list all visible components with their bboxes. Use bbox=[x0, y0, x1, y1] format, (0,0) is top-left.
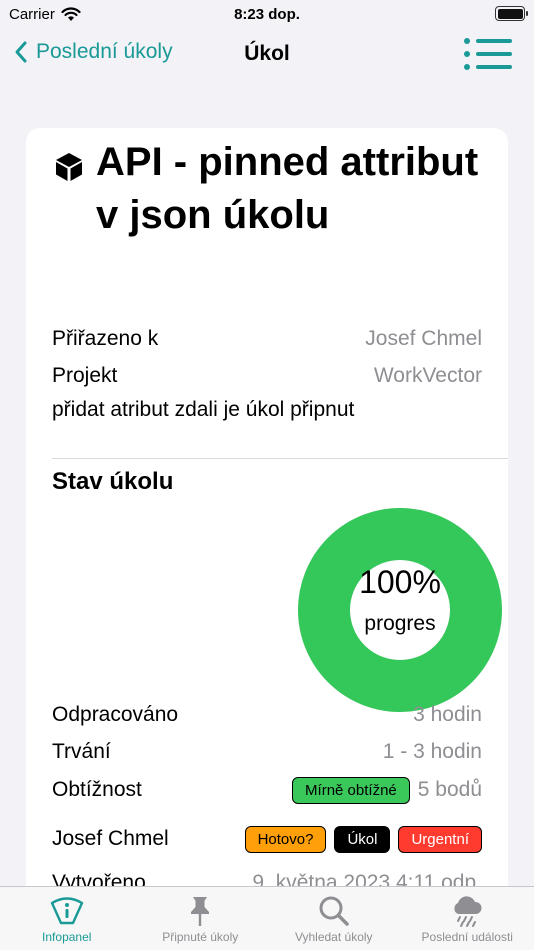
tab-label: Infopanel bbox=[42, 930, 92, 944]
back-button-label: Poslední úkoly bbox=[36, 40, 173, 63]
difficulty-row: Obtížnost Mírně obtížné 5 bodů bbox=[52, 775, 482, 805]
assigned-value: Josef Chmel bbox=[365, 327, 482, 350]
task-title: API - pinned attribut v json úkolu bbox=[96, 140, 479, 237]
tab-label: Vyhledat úkoly bbox=[294, 930, 373, 944]
chevron-left-icon bbox=[15, 41, 27, 63]
list-menu-icon[interactable] bbox=[462, 36, 514, 72]
person-row: Josef Chmel Hotovo? Úkol Urgentní bbox=[52, 824, 482, 854]
search-icon bbox=[319, 896, 349, 926]
status-bar: Carrier 8:23 dop. bbox=[0, 0, 534, 30]
project-value: WorkVector bbox=[373, 364, 482, 387]
project-row: Projekt WorkVector bbox=[52, 361, 482, 391]
navigation-bar: Poslední úkoly Úkol bbox=[0, 30, 534, 78]
project-label: Projekt bbox=[52, 364, 118, 387]
info-panel-icon bbox=[50, 897, 83, 925]
cloud-rain-icon bbox=[454, 896, 482, 927]
progress-arc bbox=[298, 508, 502, 712]
assigned-label: Přiřazeno k bbox=[52, 327, 159, 350]
difficulty-points: 5 bodů bbox=[417, 778, 482, 801]
worked-row: Odpracováno 3 hodin bbox=[52, 700, 482, 730]
progress-ring bbox=[298, 508, 502, 712]
task-type-badge[interactable]: Úkol bbox=[334, 825, 391, 853]
duration-value: 1 - 3 hodin bbox=[382, 740, 482, 763]
tab-label: Poslední události bbox=[421, 930, 513, 944]
task-description: přidat atribut zdali je úkol připnut bbox=[52, 398, 355, 421]
duration-label: Trvání bbox=[52, 740, 111, 763]
tab-bar: Infopanel Připnuté úkoly Vyhledat úkoly … bbox=[0, 886, 534, 950]
tab-infopanel[interactable]: Infopanel bbox=[0, 887, 134, 950]
state-section-title: Stav úkolu bbox=[52, 468, 174, 495]
battery-icon bbox=[495, 6, 528, 21]
worked-label: Odpracováno bbox=[52, 703, 179, 726]
status-time: 8:23 dop. bbox=[234, 6, 300, 23]
assigned-row: Přiřazeno k Josef Chmel bbox=[52, 324, 482, 354]
progress-label: progres bbox=[364, 612, 436, 635]
pin-icon bbox=[191, 897, 210, 926]
task-card: API - pinned attribut v json úkolu Přiřa… bbox=[26, 128, 508, 908]
difficulty-label: Obtížnost bbox=[52, 778, 142, 801]
tab-search[interactable]: Vyhledat úkoly bbox=[267, 887, 401, 950]
tab-pinned[interactable]: Připnuté úkoly bbox=[134, 887, 268, 950]
tab-recent-events[interactable]: Poslední události bbox=[401, 887, 534, 950]
person-name: Josef Chmel bbox=[52, 827, 169, 850]
urgent-badge[interactable]: Urgentní bbox=[398, 825, 482, 853]
duration-row: Trvání 1 - 3 hodin bbox=[52, 737, 482, 767]
done-badge[interactable]: Hotovo? bbox=[244, 825, 327, 853]
tab-label: Připnuté úkoly bbox=[162, 930, 239, 944]
progress-percent: 100% bbox=[359, 564, 441, 600]
worked-value: 3 hodin bbox=[413, 703, 482, 726]
divider bbox=[52, 458, 508, 459]
difficulty-badge[interactable]: Mírně obtížné bbox=[292, 776, 410, 804]
progress-donut: 100% progres bbox=[298, 508, 502, 712]
cube-icon bbox=[56, 153, 82, 181]
back-button[interactable]: Poslední úkoly bbox=[14, 40, 173, 64]
